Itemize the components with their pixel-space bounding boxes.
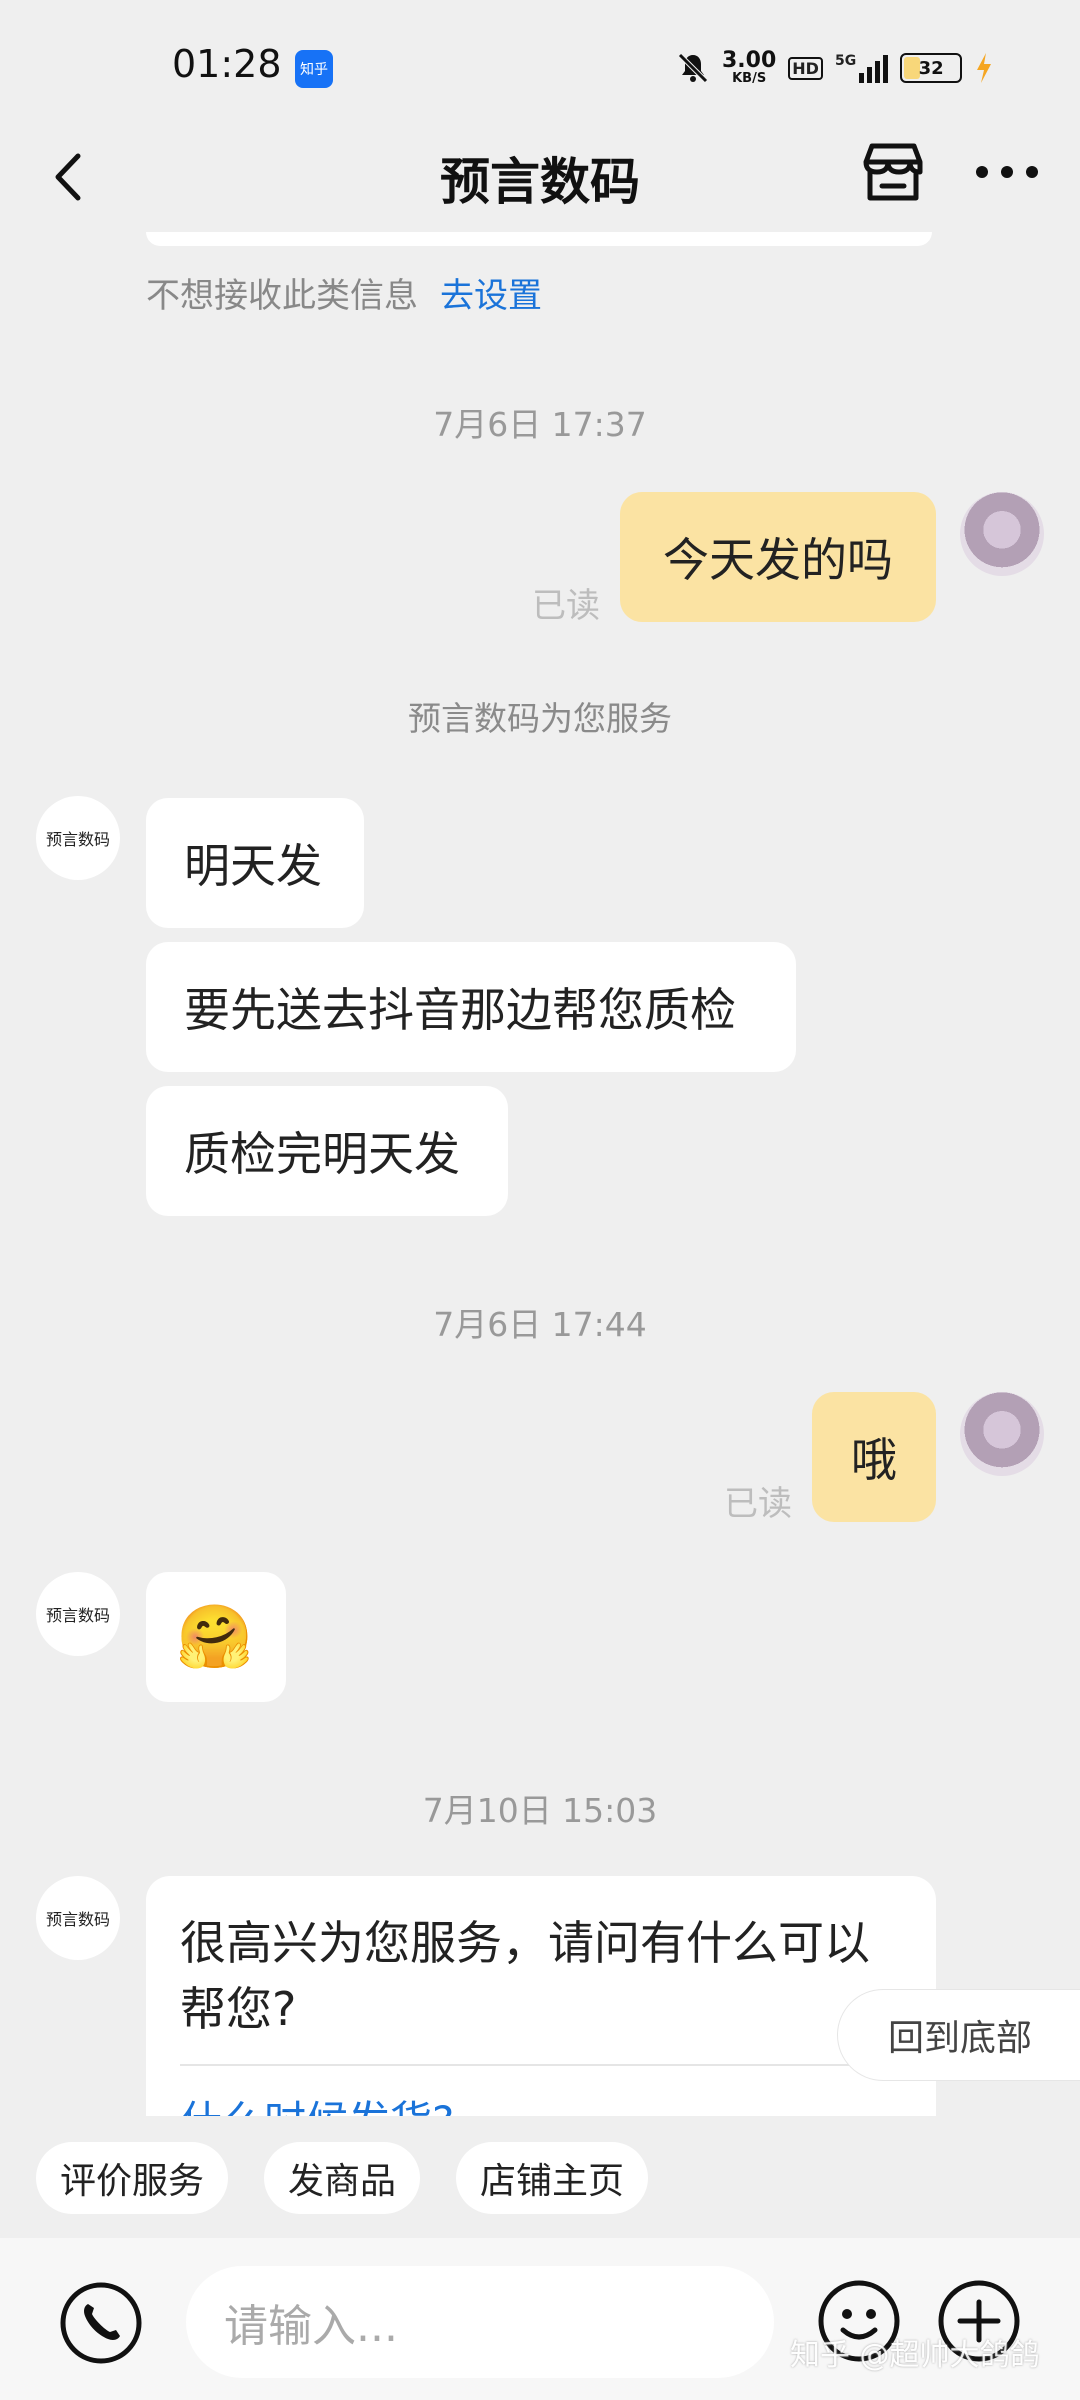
timestamp: 7月10日 15:03 — [422, 1791, 658, 1830]
battery-level: 32 — [918, 57, 944, 79]
timestamp: 7月6日 17:44 — [433, 1305, 647, 1344]
status-bar: 01:28 知乎 3.00 KB/S HD 5G 32 — [0, 0, 1080, 130]
timestamp: 7月6日 17:37 — [433, 405, 647, 444]
network-type: 5G — [834, 53, 857, 69]
service-notice: 预言数码为您服务 — [408, 699, 672, 738]
mute-bell-icon — [678, 53, 708, 83]
net-speed-value: 3.00 — [722, 47, 777, 73]
zhihu-app-icon: 知乎 — [295, 50, 333, 88]
send-product-chip[interactable]: 发商品 — [264, 2142, 421, 2214]
opt-out-notice: 不想接收此类信息 去设置 — [146, 268, 542, 317]
battery-icon: 32 — [900, 53, 963, 83]
message-input[interactable]: 请输入... — [186, 2266, 774, 2378]
signal-icon: 5G — [834, 53, 889, 83]
quick-actions: 评价服务 发商品 店铺主页 — [36, 2142, 649, 2214]
divider — [180, 2064, 902, 2066]
shop-avatar[interactable]: 预言数码 — [36, 1876, 120, 1960]
net-speed-unit: KB/S — [732, 70, 767, 86]
phone-icon[interactable] — [58, 2280, 144, 2366]
charging-icon — [977, 53, 992, 83]
message-card-edge — [146, 232, 932, 246]
user-avatar[interactable] — [960, 492, 1044, 576]
shop-home-chip[interactable]: 店铺主页 — [456, 2142, 649, 2214]
shop-avatar[interactable]: 预言数码 — [36, 796, 120, 880]
outgoing-message[interactable]: 今天发的吗 — [620, 492, 936, 622]
shop-avatar[interactable]: 预言数码 — [36, 1572, 120, 1656]
net-speed: 3.00 KB/S — [722, 47, 777, 86]
status-time: 01:28 — [172, 42, 282, 86]
shop-icon[interactable] — [858, 140, 928, 206]
read-receipt: 已读 — [532, 586, 600, 626]
emoji-message[interactable]: 🤗 — [146, 1572, 286, 1702]
user-avatar[interactable] — [960, 1392, 1044, 1476]
welcome-text: 很高兴为您服务，请问有什么可以帮您? — [180, 1916, 870, 2036]
hd-badge: HD — [788, 56, 823, 80]
incoming-message[interactable]: 质检完明天发 — [146, 1086, 508, 1216]
read-receipt: 已读 — [724, 1484, 792, 1524]
settings-link[interactable]: 去设置 — [440, 276, 542, 316]
more-icon[interactable] — [976, 152, 1038, 192]
status-indicators: 3.00 KB/S HD 5G 32 — [676, 46, 994, 90]
incoming-message[interactable]: 要先送去抖音那边帮您质检 — [146, 942, 796, 1072]
opt-out-text: 不想接收此类信息 — [146, 276, 418, 316]
rate-service-chip[interactable]: 评价服务 — [36, 2142, 229, 2214]
quick-question-link[interactable]: 什么时候发货? — [180, 2088, 454, 2116]
welcome-card: 很高兴为您服务，请问有什么可以帮您? 什么时候发货? — [146, 1876, 936, 2116]
outgoing-message[interactable]: 哦 — [812, 1392, 936, 1522]
watermark: 知乎 @超帅大鸽鸽 — [790, 2338, 1040, 2373]
back-to-bottom-button[interactable]: 回到底部 — [838, 1990, 1080, 2080]
incoming-message[interactable]: 明天发 — [146, 798, 364, 928]
